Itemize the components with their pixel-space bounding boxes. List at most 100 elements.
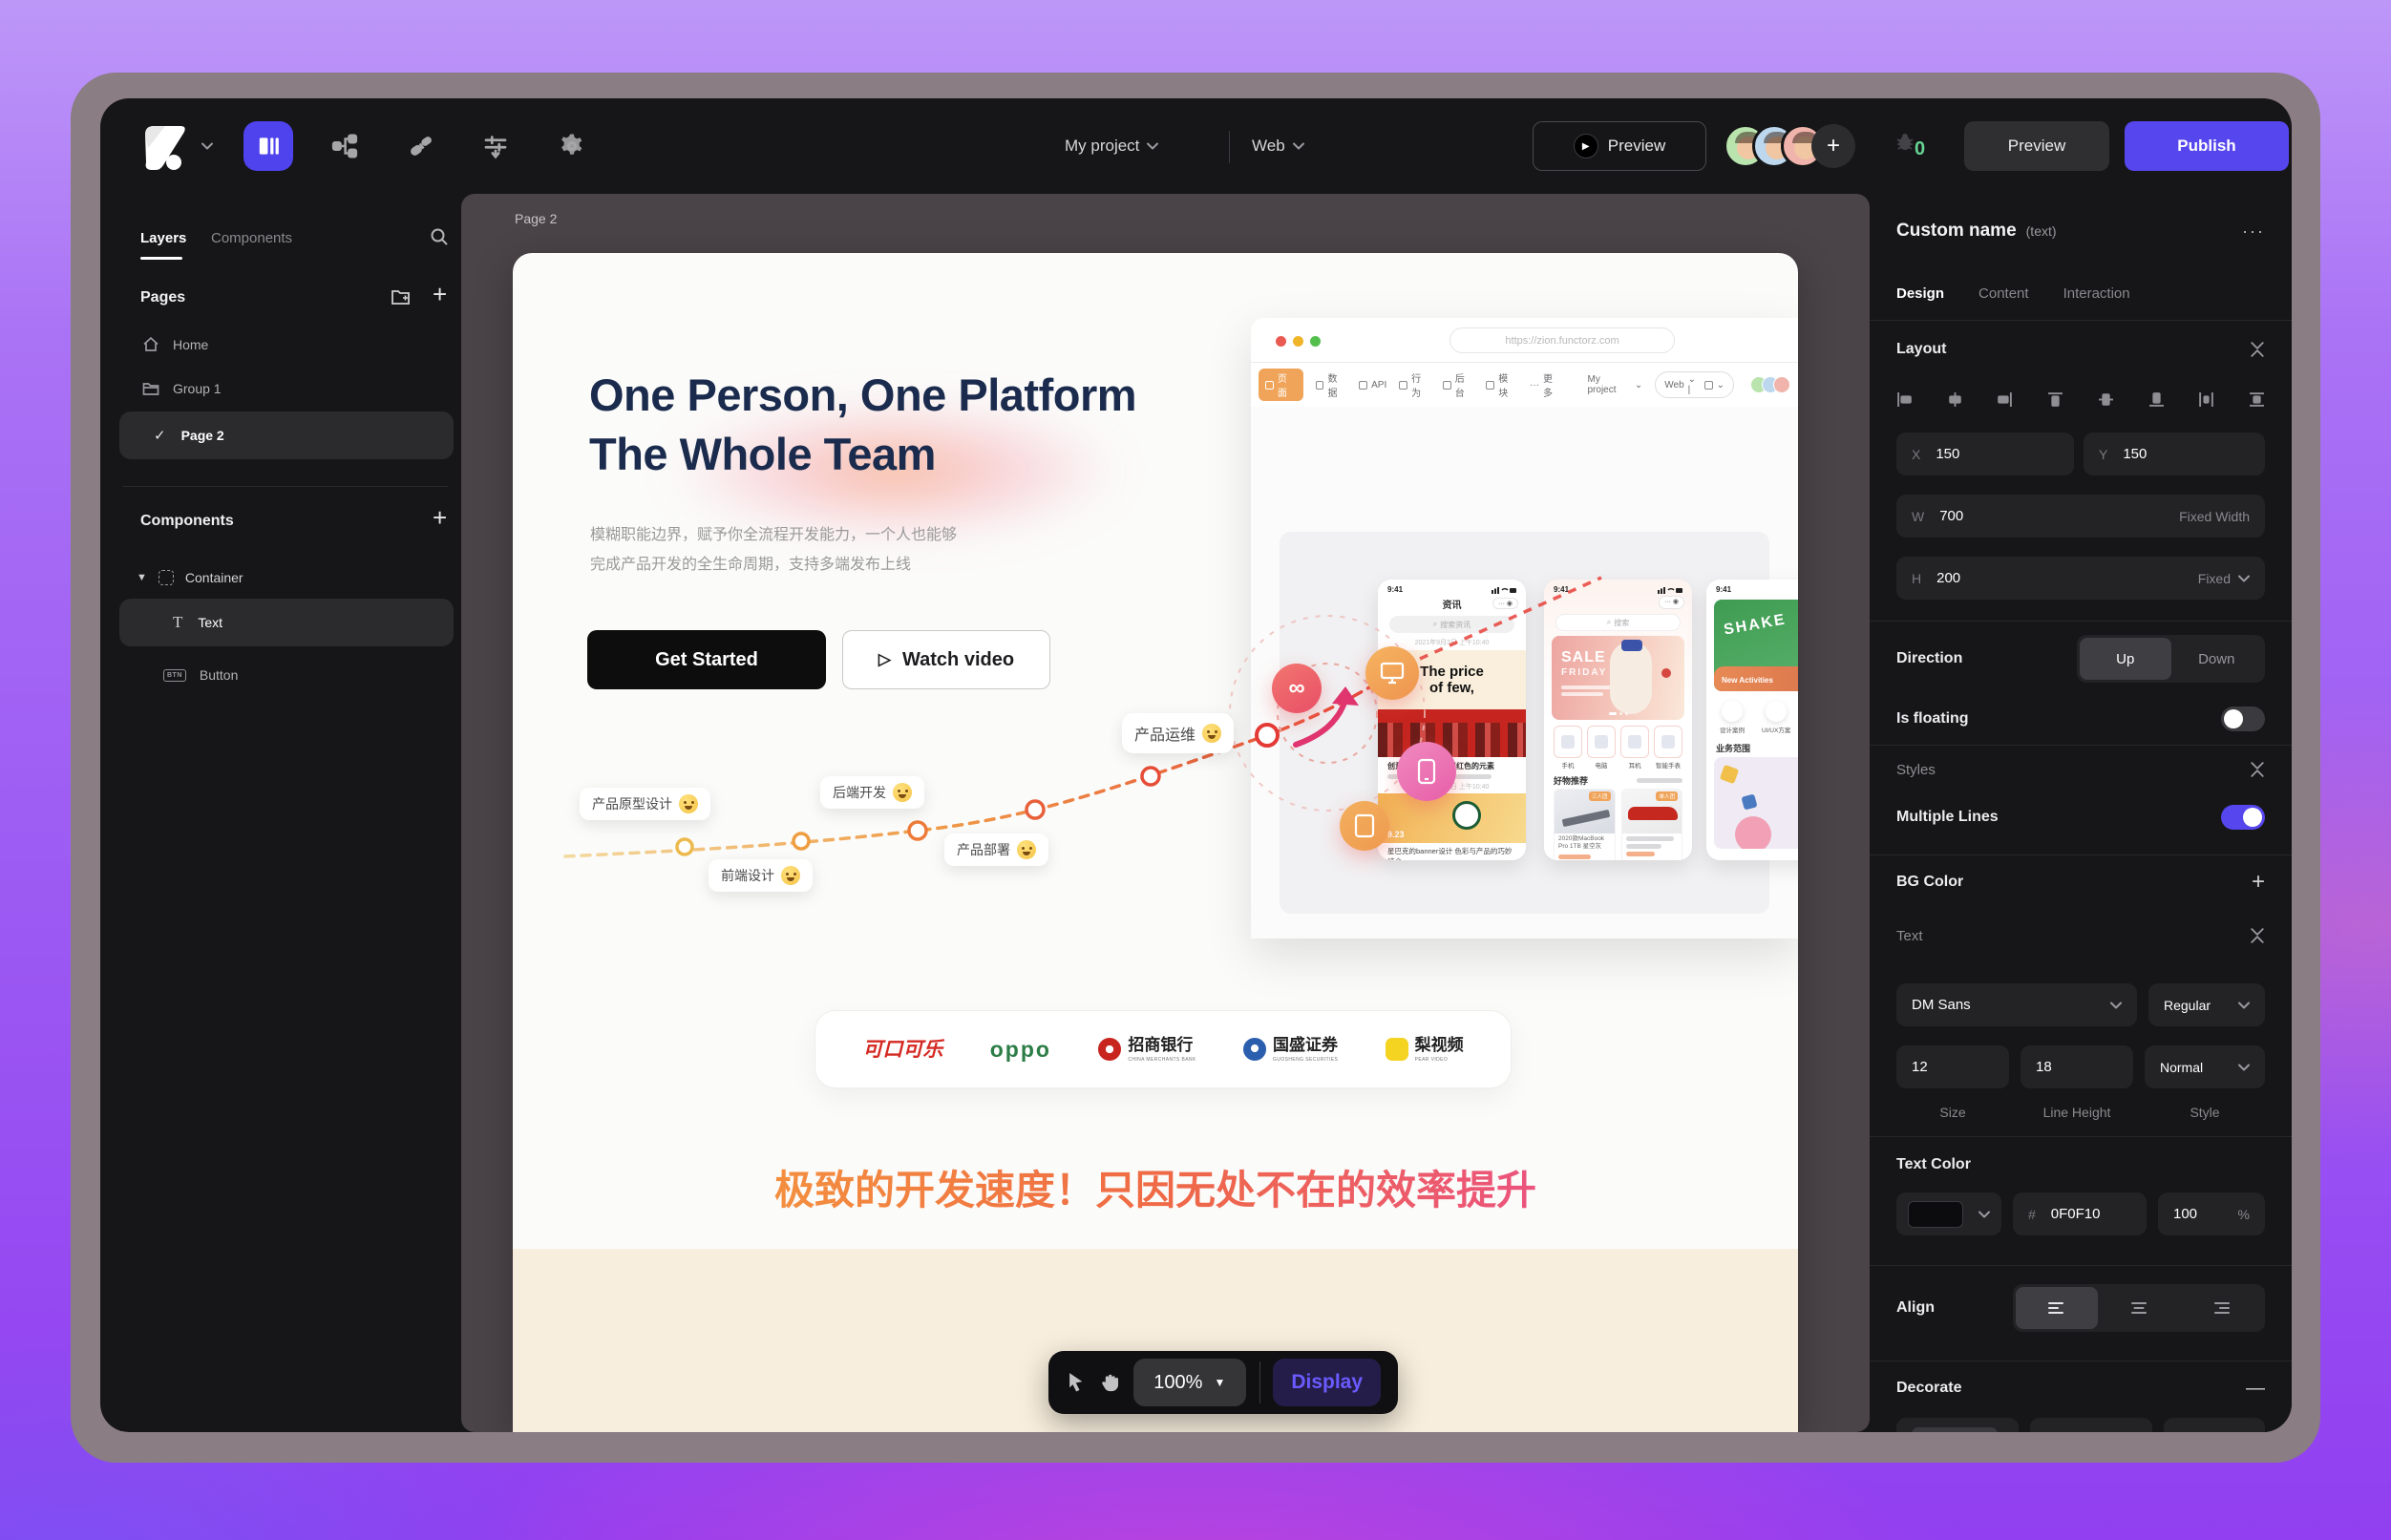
distribute-v-icon[interactable]: [2249, 391, 2265, 408]
collapse-section-icon[interactable]: [2250, 342, 2265, 357]
x-position-field[interactable]: X150: [1896, 432, 2074, 475]
inspector-type: (text): [2026, 223, 2057, 239]
align-center-option[interactable]: [2098, 1287, 2180, 1329]
logo-chevron-icon[interactable]: [201, 142, 213, 150]
journey-chip: 前端设计: [709, 859, 813, 892]
align-center-h-icon[interactable]: [1947, 391, 1963, 408]
journey-chip: 产品部署: [944, 833, 1048, 866]
logo-cmb: 招商银行CHINA MERCHANTS BANK: [1098, 1037, 1196, 1063]
publish-button[interactable]: Publish: [2125, 121, 2289, 171]
preview-button[interactable]: Preview: [1964, 121, 2109, 171]
button-component-icon: BTN: [163, 669, 186, 682]
inspector-title: Custom name: [1896, 221, 2017, 242]
align-right-icon[interactable]: [1997, 391, 2013, 408]
zion-logo-icon: [138, 119, 190, 171]
add-page-icon[interactable]: +: [433, 282, 447, 306]
add-collaborator-button[interactable]: +: [1811, 124, 1855, 168]
hero-title[interactable]: One Person, One Platform The Whole Team: [589, 366, 1136, 484]
tree-item-text[interactable]: T Text: [119, 599, 454, 646]
journey-chip: 后端开发: [820, 776, 924, 809]
align-top-icon[interactable]: [2047, 391, 2063, 408]
multiple-lines-toggle[interactable]: [2221, 805, 2265, 830]
font-style-dropdown[interactable]: Normal: [2145, 1045, 2265, 1088]
is-floating-label: Is floating: [1896, 710, 1969, 728]
debug-count: 0: [1915, 138, 1925, 160]
debug-counter[interactable]: 0: [1894, 131, 1925, 160]
collapse-section-icon[interactable]: [2250, 928, 2265, 943]
collapse-section-icon[interactable]: [2250, 762, 2265, 777]
hero-title-line2: The Whole Team: [589, 425, 1136, 484]
size-caption: Size: [1896, 1105, 2009, 1120]
add-bg-color-icon[interactable]: +: [2252, 871, 2265, 894]
chevron-down-icon: [2238, 1002, 2250, 1009]
width-field[interactable]: W700 Fixed Width: [1896, 495, 2265, 538]
style-caption: Style: [2145, 1105, 2265, 1120]
opacity-field[interactable]: 100 %: [2158, 1192, 2265, 1235]
canvas-page-label[interactable]: Page 2: [515, 211, 557, 226]
align-bottom-icon[interactable]: [2148, 391, 2165, 408]
y-position-field[interactable]: Y150: [2084, 432, 2265, 475]
app-logo[interactable]: [138, 119, 190, 171]
integrations-button[interactable]: [404, 129, 438, 163]
preview-pill-button[interactable]: ▶ Preview: [1533, 121, 1706, 171]
direction-down-option[interactable]: Down: [2171, 638, 2263, 680]
left-sidebar: Layers Components Pages + Home Group 1 ✓…: [108, 194, 461, 1432]
color-swatch-dropdown[interactable]: [1896, 1192, 2001, 1235]
collapse-decorate-icon[interactable]: —: [2246, 1379, 2265, 1398]
multiple-lines-label: Multiple Lines: [1896, 809, 1999, 826]
text-align-segmented: [2013, 1284, 2265, 1332]
data-model-button[interactable]: [328, 129, 362, 163]
tree-item-button[interactable]: BTN Button: [125, 654, 459, 696]
sidebar-item-home[interactable]: Home: [125, 324, 459, 366]
line-height-caption: Line Height: [2021, 1105, 2133, 1120]
page-artboard[interactable]: One Person, One Platform The Whole Team …: [513, 253, 1798, 1432]
add-page-group-icon[interactable]: [391, 287, 412, 306]
pages-section-title: Pages: [140, 289, 185, 306]
design-canvas[interactable]: Page 2 One Person, One Platform The Whol…: [461, 194, 1870, 1432]
cursor-tool-icon[interactable]: [1066, 1369, 1087, 1396]
chip-label: 前端设计: [721, 866, 774, 885]
platform-menu[interactable]: Web: [1252, 137, 1304, 156]
tab-interaction[interactable]: Interaction: [2063, 285, 2130, 302]
viewbar-divider: [1259, 1361, 1260, 1403]
hand-tool-icon[interactable]: [1100, 1369, 1121, 1396]
menu-divider: [1229, 131, 1230, 163]
align-right-option[interactable]: [2180, 1287, 2262, 1329]
distribute-h-icon[interactable]: [2198, 391, 2214, 408]
more-options-icon[interactable]: ···: [2242, 222, 2265, 242]
design-mode-button[interactable]: [243, 121, 293, 171]
sidebar-item-group1[interactable]: Group 1: [125, 368, 459, 410]
font-family-dropdown[interactable]: DM Sans: [1896, 983, 2137, 1026]
tab-components[interactable]: Components: [211, 230, 292, 246]
tree-item-container[interactable]: ▼ Container: [125, 557, 459, 599]
width-mode: Fixed Width: [2179, 509, 2250, 524]
line-height-field[interactable]: 18: [2021, 1045, 2133, 1088]
is-floating-toggle[interactable]: [2221, 707, 2265, 731]
search-icon[interactable]: [429, 226, 450, 247]
collaborator-avatars: +: [1724, 124, 1867, 168]
hex-color-field[interactable]: #0F0F10: [2013, 1192, 2147, 1235]
align-left-icon[interactable]: [1896, 391, 1913, 408]
font-size-field[interactable]: 12: [1896, 1045, 2009, 1088]
workflow-button[interactable]: [478, 129, 513, 163]
direction-up-option[interactable]: Up: [2080, 638, 2171, 680]
zoom-dropdown[interactable]: 100% ▼: [1133, 1359, 1246, 1406]
height-field[interactable]: H200 Fixed: [1896, 557, 2265, 600]
tab-design[interactable]: Design: [1896, 285, 1944, 302]
font-weight-dropdown[interactable]: Regular: [2148, 983, 2265, 1026]
tab-layers[interactable]: Layers: [140, 230, 186, 246]
add-component-icon[interactable]: +: [433, 505, 447, 530]
settings-button[interactable]: [555, 129, 589, 163]
align-center-v-icon[interactable]: [2098, 391, 2114, 408]
height-mode[interactable]: Fixed: [2198, 571, 2250, 586]
display-button[interactable]: Display: [1273, 1359, 1381, 1406]
project-menu[interactable]: My project: [1065, 137, 1158, 156]
align-left-option[interactable]: [2016, 1287, 2098, 1329]
bug-icon: [1894, 131, 1916, 154]
tab-content[interactable]: Content: [1978, 285, 2029, 302]
surprised-emoji-icon: [679, 794, 698, 813]
x-value: 150: [1936, 446, 1959, 462]
check-icon: ✓: [154, 427, 166, 444]
caret-down-icon[interactable]: ▼: [137, 572, 147, 583]
sidebar-item-page2[interactable]: ✓ Page 2: [119, 411, 454, 459]
